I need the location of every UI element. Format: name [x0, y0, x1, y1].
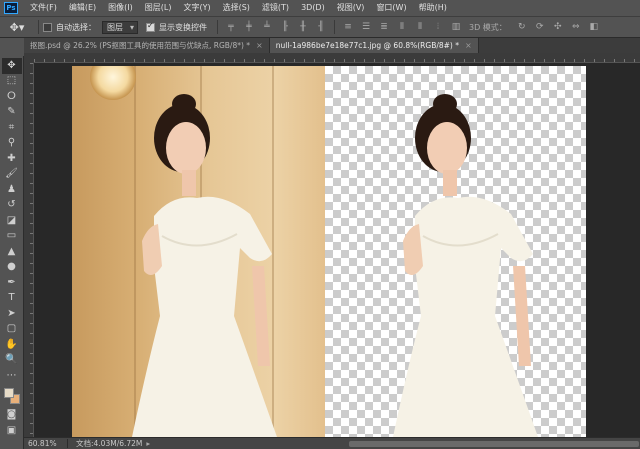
align-hcenter-icon[interactable]: ╫: [296, 20, 310, 34]
horizontal-scrollbar[interactable]: [349, 441, 639, 447]
cutout-figure-image: [393, 94, 538, 437]
path-select-tool-icon[interactable]: ➤: [2, 306, 22, 322]
options-divider: [334, 20, 335, 34]
document-size-label: 文档:4.03M/6.72M: [76, 439, 143, 448]
pen-tool-icon[interactable]: ✒: [2, 275, 22, 291]
pan-3d-icon[interactable]: ✣: [551, 20, 565, 34]
move-tool-icon[interactable]: ✥: [1, 58, 22, 74]
dodge-tool-icon[interactable]: ●: [2, 260, 22, 276]
eraser-tool-icon[interactable]: ◪: [2, 213, 22, 229]
zoom-tool-icon[interactable]: 🔍: [2, 353, 22, 369]
slide-3d-icon[interactable]: ⇔: [569, 20, 583, 34]
crop-tool-icon[interactable]: ⌗: [2, 120, 22, 136]
document-canvas[interactable]: [72, 66, 586, 437]
align-vcenter-icon[interactable]: ╪: [242, 20, 256, 34]
more-tools-icon[interactable]: ⋯: [2, 368, 22, 384]
show-transform-checkbox[interactable]: [146, 21, 155, 32]
options-divider: [38, 20, 39, 34]
auto-align-icon[interactable]: ▥: [449, 20, 463, 34]
auto-select-target-dropdown[interactable]: 图层: [102, 20, 138, 34]
scale-3d-icon[interactable]: ◧: [587, 20, 601, 34]
menu-select[interactable]: 选择(S): [217, 0, 256, 16]
show-transform-label: 显示变换控件: [159, 22, 207, 32]
lasso-tool-icon[interactable]: ⵔ: [2, 89, 22, 105]
original-photo-layer[interactable]: [72, 66, 325, 437]
tab-label: null-1a986be7e18e77c1.jpg @ 60.8%(RGB/8#…: [275, 41, 459, 50]
distribute-hcenter-icon[interactable]: ⫴: [413, 20, 427, 34]
tab-document-psd[interactable]: 抠图.psd @ 26.2% (PS抠图工具的使用范围与优缺点, RGB/8*)…: [24, 38, 270, 53]
distribute-vcenter-icon[interactable]: ☰: [359, 20, 373, 34]
color-swatches[interactable]: [2, 386, 22, 408]
blur-tool-icon[interactable]: ▲: [2, 244, 22, 260]
auto-select-checkbox[interactable]: [43, 22, 52, 32]
horizontal-ruler[interactable]: [34, 53, 640, 63]
menu-view[interactable]: 视图(V): [331, 0, 371, 16]
align-right-icon[interactable]: ╢: [314, 20, 328, 34]
align-left-icon[interactable]: ╟: [278, 20, 292, 34]
rectangle-tool-icon[interactable]: ▢: [2, 322, 22, 338]
menu-image[interactable]: 图像(I): [102, 0, 139, 16]
foreground-color-swatch[interactable]: [3, 387, 14, 398]
align-top-icon[interactable]: ╤: [224, 20, 238, 34]
screen-mode-icon[interactable]: ▣: [2, 423, 22, 439]
menu-type[interactable]: 文字(Y): [177, 0, 216, 16]
menu-help[interactable]: 帮助(H): [413, 0, 453, 16]
history-brush-tool-icon[interactable]: ↺: [2, 198, 22, 214]
quick-mask-icon[interactable]: ◙: [2, 408, 22, 424]
eyedropper-tool-icon[interactable]: ⚲: [2, 136, 22, 152]
chevron-right-icon[interactable]: ▸: [146, 439, 150, 448]
options-bar: ✥▾ 自动选择： 图层 显示变换控件 ╤ ╪ ╧ ╟ ╫ ╢ ≡ ☰ ≣ ⦀ ⫴…: [0, 16, 640, 38]
quick-select-tool-icon[interactable]: ✎: [2, 105, 22, 121]
menu-edit[interactable]: 编辑(E): [63, 0, 102, 16]
align-bottom-icon[interactable]: ╧: [260, 20, 274, 34]
vertical-ruler[interactable]: [24, 63, 34, 437]
close-icon[interactable]: ×: [465, 41, 472, 50]
move-tool-preset-icon[interactable]: ✥▾: [0, 18, 34, 36]
healing-brush-tool-icon[interactable]: ✚: [2, 151, 22, 167]
toolbox: ✥ ⬚ ⵔ ✎ ⌗ ⚲ ✚ 🖌 ♟ ↺ ◪ ▭ ▲ ● ✒ T ➤ ▢ ✋ 🔍 …: [0, 56, 24, 449]
distribute-top-icon[interactable]: ≡: [341, 20, 355, 34]
status-bar: 60.81% 文档:4.03M/6.72M ▸: [24, 437, 640, 449]
tab-label: 抠图.psd @ 26.2% (PS抠图工具的使用范围与优缺点, RGB/8*)…: [30, 41, 251, 50]
menu-layer[interactable]: 图层(L): [139, 0, 178, 16]
canvas-area[interactable]: [24, 53, 640, 437]
hand-tool-icon[interactable]: ✋: [2, 337, 22, 353]
tab-document-jpg[interactable]: null-1a986be7e18e77c1.jpg @ 60.8%(RGB/8#…: [269, 38, 479, 53]
brush-tool-icon[interactable]: 🖌: [2, 167, 22, 183]
marquee-tool-icon[interactable]: ⬚: [2, 74, 22, 90]
options-divider: [217, 20, 218, 34]
orbit-3d-icon[interactable]: ↻: [515, 20, 529, 34]
photoshop-logo-icon: Ps: [4, 2, 18, 14]
document-tabs: 抠图.psd @ 26.2% (PS抠图工具的使用范围与优缺点, RGB/8*)…: [24, 38, 640, 53]
woman-figure-image: [132, 94, 277, 437]
gradient-tool-icon[interactable]: ▭: [2, 229, 22, 245]
distribute-left-icon[interactable]: ⦀: [395, 20, 409, 34]
auto-select-label: 自动选择：: [56, 22, 96, 32]
menu-filter[interactable]: 滤镜(T): [256, 0, 295, 16]
mode-3d-label: 3D 模式：: [469, 22, 507, 32]
menu-file[interactable]: 文件(F): [24, 0, 63, 16]
roll-3d-icon[interactable]: ⟳: [533, 20, 547, 34]
menu-window[interactable]: 窗口(W): [370, 0, 412, 16]
document-info[interactable]: 文档:4.03M/6.72M ▸: [68, 438, 150, 449]
ruler-origin[interactable]: [24, 53, 34, 63]
zoom-level[interactable]: 60.81%: [24, 439, 68, 448]
distribute-bottom-icon[interactable]: ≣: [377, 20, 391, 34]
close-icon[interactable]: ×: [256, 41, 263, 50]
type-tool-icon[interactable]: T: [2, 291, 22, 307]
menu-3d[interactable]: 3D(D): [295, 0, 331, 16]
clone-stamp-tool-icon[interactable]: ♟: [2, 182, 22, 198]
transparent-background[interactable]: [325, 66, 586, 437]
menu-bar: Ps 文件(F) 编辑(E) 图像(I) 图层(L) 文字(Y) 选择(S) 滤…: [0, 0, 640, 16]
distribute-right-icon[interactable]: ⦙: [431, 20, 445, 34]
